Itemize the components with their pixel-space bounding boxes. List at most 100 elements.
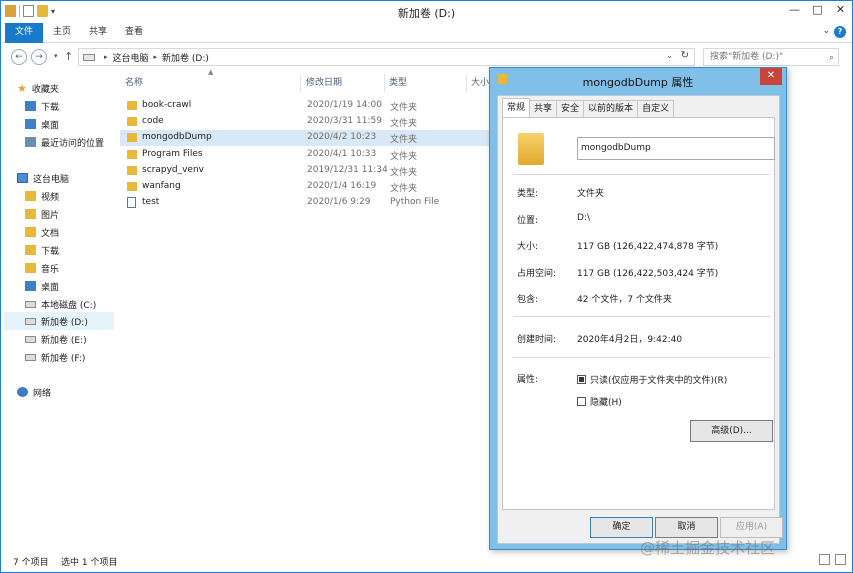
column-divider[interactable]	[384, 74, 385, 92]
breadcrumb-chevron-icon[interactable]: ▸	[104, 53, 108, 61]
file-row[interactable]: test 2020/1/6 9:29 Python File	[120, 195, 501, 211]
ok-button[interactable]: 确定	[590, 517, 653, 538]
tab-home[interactable]: 主页	[43, 23, 81, 43]
nav-label: 最近访问的位置	[41, 138, 105, 149]
minimize-button[interactable]: —	[783, 1, 806, 20]
cancel-button[interactable]: 取消	[655, 517, 718, 538]
hidden-checkbox[interactable]	[577, 397, 586, 406]
tab-file[interactable]: 文件	[5, 23, 43, 43]
tab-customize[interactable]: 自定义	[637, 100, 675, 117]
apply-button[interactable]: 应用(A)	[720, 517, 783, 538]
created-label: 创建时间:	[517, 335, 557, 345]
folder-name-field[interactable]: mongodbDump	[577, 137, 775, 160]
nav-label: 桌面	[41, 120, 60, 131]
location-value: D:\	[577, 213, 590, 223]
readonly-label[interactable]: 只读(仅应用于文件夹中的文件)(R)	[590, 373, 727, 386]
nav-label: 视频	[41, 192, 60, 203]
drive-icon	[25, 317, 36, 325]
general-panel: mongodbDump 类型: 文件夹 位置: D:\ 大小: 117 GB (…	[502, 117, 775, 510]
divider	[513, 316, 770, 317]
recent-places-icon	[25, 137, 36, 147]
nav-network[interactable]: 网络	[17, 383, 130, 401]
videos-icon	[25, 191, 36, 201]
drive-icon	[25, 300, 36, 308]
file-name: scrapyd_venv	[142, 165, 204, 175]
computer-icon	[17, 173, 28, 183]
breadcrumb-chevron-icon[interactable]: ▸	[154, 53, 158, 61]
resize-grip-icon[interactable]: ⋰	[776, 538, 784, 547]
file-row-selected[interactable]: mongodbDump 2020/4/2 10:23 文件夹	[120, 130, 501, 146]
music-icon	[25, 263, 36, 273]
divider	[513, 174, 770, 175]
tab-share[interactable]: 共享	[79, 23, 117, 43]
back-button[interactable]: ←	[11, 49, 27, 65]
breadcrumb-drive-d[interactable]: 新加卷 (D:)	[162, 51, 209, 64]
expand-ribbon-icon[interactable]: ⌄	[822, 26, 830, 36]
size-label: 大小:	[517, 242, 539, 252]
nav-favorites[interactable]: ★ 收藏夹	[17, 79, 130, 97]
file-name: Program Files	[142, 149, 203, 159]
file-date: 2020/1/4 16:19	[307, 181, 377, 191]
drive-icon	[25, 335, 36, 343]
search-input[interactable]: 搜索"新加卷 (D:)" ⌕	[703, 48, 839, 66]
help-icon[interactable]: ?	[834, 26, 846, 38]
window-controls: — □ ✕	[783, 1, 852, 20]
search-icon: ⌕	[828, 53, 834, 63]
breadcrumb-this-pc[interactable]: 这台电脑	[113, 51, 149, 64]
documents-icon	[25, 227, 36, 237]
column-divider[interactable]	[300, 74, 301, 92]
size-on-disk-value: 117 GB (126,422,503,424 字节)	[577, 269, 719, 279]
navigation-pane: ★ 收藏夹 下载 桌面 最近访问的位置 这台电脑 视频 图片 文档 下载 音乐 桌…	[1, 70, 116, 550]
file-type: 文件夹	[390, 168, 418, 178]
tab-view[interactable]: 查看	[115, 23, 153, 43]
maximize-button[interactable]: □	[806, 1, 829, 20]
recent-locations-icon[interactable]: ▾	[54, 52, 58, 60]
column-header-name[interactable]: 名称	[125, 74, 143, 92]
file-row[interactable]: Program Files 2020/4/1 10:33 文件夹	[120, 147, 501, 163]
tab-previous-versions[interactable]: 以前的版本	[583, 100, 639, 117]
tab-security[interactable]: 安全	[556, 100, 585, 117]
dialog-title-bar[interactable]: mongodbDump 属性 ✕	[490, 68, 786, 90]
file-row[interactable]: code 2020/3/31 11:59 文件夹	[120, 114, 501, 130]
nav-this-pc[interactable]: 这台电脑	[17, 169, 130, 187]
column-header-date[interactable]: 修改日期	[306, 74, 342, 92]
details-view-icon[interactable]	[819, 554, 830, 565]
column-divider[interactable]	[466, 74, 467, 92]
tab-sharing[interactable]: 共享	[529, 100, 558, 117]
address-dropdown-icon[interactable]: ⌄	[666, 51, 673, 60]
sort-ascending-icon: ▲	[208, 68, 214, 76]
file-row[interactable]: scrapyd_venv 2019/12/31 11:34 文件夹	[120, 163, 501, 179]
folder-icon	[127, 117, 137, 126]
file-type: Python File	[390, 197, 440, 207]
column-header-size[interactable]: 大小	[471, 74, 489, 92]
large-icons-view-icon[interactable]	[835, 554, 846, 565]
folder-icon	[127, 133, 137, 142]
size-value: 117 GB (126,422,474,878 字节)	[577, 242, 719, 252]
selected-count: 选中 1 个项目	[61, 558, 118, 568]
search-placeholder: 搜索"新加卷 (D:)"	[710, 52, 784, 62]
divider	[513, 357, 770, 358]
nav-label: 下载	[41, 102, 60, 113]
up-button[interactable]: ↑	[64, 50, 73, 63]
file-date: 2019/12/31 11:34	[307, 165, 388, 175]
forward-button[interactable]: →	[31, 49, 47, 65]
readonly-checkbox[interactable]	[577, 375, 586, 384]
nav-item-drive-d[interactable]: 新加卷 (D:)	[4, 312, 114, 330]
type-label: 类型:	[517, 189, 539, 199]
column-header-type[interactable]: 类型	[389, 74, 407, 92]
python-file-icon	[127, 197, 136, 208]
tab-general[interactable]: 常规	[502, 98, 531, 117]
file-row[interactable]: book-crawl 2020/1/19 14:00 文件夹	[120, 98, 501, 114]
advanced-button[interactable]: 高级(D)...	[690, 420, 773, 442]
title-bar: ▾ 新加卷 (D:) — □ ✕	[1, 1, 852, 23]
address-row: ← → ▾ ↑ ▸ 这台电脑 ▸ 新加卷 (D:) ⌄ ↻ 搜索"新加卷 (D:…	[1, 43, 852, 70]
dialog-close-button[interactable]: ✕	[760, 68, 782, 85]
size-on-disk-label: 占用空间:	[517, 269, 557, 279]
address-bar[interactable]: ▸ 这台电脑 ▸ 新加卷 (D:) ⌄ ↻	[78, 48, 695, 66]
nav-label: 下载	[41, 246, 60, 257]
refresh-icon[interactable]: ↻	[681, 50, 689, 61]
file-row[interactable]: wanfang 2020/1/4 16:19 文件夹	[120, 179, 501, 195]
dialog-tabs: 常规 共享 安全 以前的版本 自定义	[502, 98, 675, 117]
hidden-label[interactable]: 隐藏(H)	[590, 395, 622, 408]
close-button[interactable]: ✕	[829, 1, 852, 20]
